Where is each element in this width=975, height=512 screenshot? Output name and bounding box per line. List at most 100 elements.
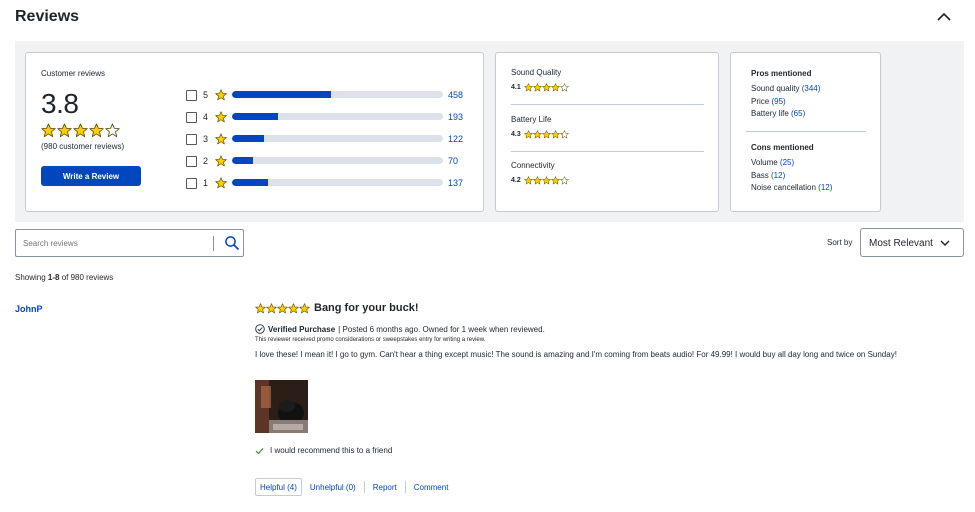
overall-rating-card: Customer reviews 3.8 (980 customer revie… bbox=[25, 52, 484, 212]
average-rating: 3.8 bbox=[41, 88, 79, 119]
cons-item[interactable]: Bass (12) bbox=[751, 171, 785, 180]
review-actions: Helpful (4) Unhelpful (0) Report Comment bbox=[255, 478, 456, 496]
histogram-row-5: 5 458 bbox=[186, 84, 476, 106]
divider bbox=[746, 131, 866, 132]
review-photo-image bbox=[255, 380, 308, 433]
star-icon bbox=[299, 302, 310, 313]
review-photo[interactable] bbox=[255, 380, 308, 433]
histogram-row-4: 4 193 bbox=[186, 106, 476, 128]
filter-checkbox-1[interactable] bbox=[186, 177, 197, 189]
attribute-rating: Battery Life 4.3 bbox=[511, 115, 704, 139]
rating-bar-fill bbox=[232, 113, 279, 120]
star-icon bbox=[532, 176, 542, 185]
star-icon bbox=[57, 123, 72, 138]
attribute-name: Battery Life bbox=[511, 115, 552, 124]
star-icon bbox=[523, 83, 533, 92]
unhelpful-button[interactable]: Unhelpful (0) bbox=[302, 483, 364, 492]
star-icon bbox=[541, 83, 551, 92]
star-icon bbox=[550, 176, 560, 185]
rating-count-link[interactable]: 122 bbox=[448, 134, 463, 144]
rating-bar-fill bbox=[232, 135, 264, 142]
review-body: I love these! I mean it! I go to gym. Ca… bbox=[255, 350, 897, 359]
cons-label: Bass bbox=[751, 170, 772, 180]
rating-bar-fill bbox=[232, 157, 254, 164]
attribute-score: 4.2 bbox=[511, 177, 521, 184]
star-icon bbox=[550, 83, 560, 92]
star-icon bbox=[559, 83, 569, 92]
sort-value: Most Relevant bbox=[869, 238, 933, 249]
rating-count-link[interactable]: 70 bbox=[448, 156, 458, 166]
star-icon bbox=[559, 130, 569, 139]
review-count: (980 customer reviews) bbox=[41, 142, 125, 151]
star-icon bbox=[215, 155, 227, 167]
histogram-row-1: 1 137 bbox=[186, 172, 476, 194]
showing-suffix: of 980 reviews bbox=[59, 273, 114, 282]
star-icon bbox=[523, 130, 533, 139]
histogram-row-3: 3 122 bbox=[186, 128, 476, 150]
rating-bar-fill bbox=[232, 179, 268, 186]
chevron-up-icon[interactable] bbox=[936, 10, 952, 24]
star-icon bbox=[559, 176, 569, 185]
star-icon bbox=[266, 302, 277, 313]
cons-count: (12) bbox=[771, 170, 786, 180]
cons-label: Noise cancellation bbox=[751, 183, 819, 192]
attribute-rating: Connectivity 4.2 bbox=[511, 161, 704, 185]
reviews-header: Reviews bbox=[15, 8, 960, 28]
ratings-summary: Customer reviews 3.8 (980 customer revie… bbox=[15, 41, 964, 222]
attribute-name: Connectivity bbox=[511, 161, 555, 170]
star-level-label: 1 bbox=[203, 178, 209, 188]
write-review-button[interactable]: Write a Review bbox=[41, 166, 141, 186]
search-icon[interactable] bbox=[224, 235, 240, 251]
rating-count-link[interactable]: 137 bbox=[448, 178, 463, 188]
rating-bar bbox=[232, 135, 443, 142]
cons-title: Cons mentioned bbox=[751, 143, 814, 152]
verified-purchase: Verified Purchase bbox=[268, 324, 336, 334]
attribute-name: Sound Quality bbox=[511, 68, 562, 77]
attribute-score: 4.3 bbox=[511, 131, 521, 138]
pros-item[interactable]: Battery life (65) bbox=[751, 109, 805, 118]
checkmark-icon bbox=[255, 447, 264, 454]
customer-reviews-label: Customer reviews bbox=[41, 69, 106, 78]
cons-item[interactable]: Noise cancellation (12) bbox=[751, 183, 832, 192]
star-level-label: 4 bbox=[203, 112, 209, 122]
star-icon bbox=[277, 302, 288, 313]
rating-count-link[interactable]: 458 bbox=[448, 90, 463, 100]
average-stars bbox=[41, 123, 120, 138]
verified-row: Verified Purchase | Posted 6 months ago.… bbox=[255, 324, 967, 334]
filter-checkbox-3[interactable] bbox=[186, 133, 197, 145]
cons-label: Volume bbox=[751, 158, 780, 167]
filter-checkbox-5[interactable] bbox=[186, 89, 197, 101]
helpful-button[interactable]: Helpful (4) bbox=[255, 478, 302, 496]
reviewer-name[interactable]: JohnP bbox=[15, 304, 43, 314]
rating-count-link[interactable]: 193 bbox=[448, 112, 463, 122]
attribute-stars bbox=[523, 83, 569, 92]
star-icon bbox=[215, 133, 227, 145]
attribute-stars bbox=[523, 176, 569, 185]
pros-label: Sound quality bbox=[751, 84, 802, 93]
star-icon bbox=[541, 130, 551, 139]
pros-count: (344) bbox=[801, 84, 821, 93]
divider bbox=[511, 104, 704, 105]
star-icon bbox=[541, 176, 551, 185]
sort-dropdown[interactable]: Most Relevant bbox=[860, 228, 964, 257]
search-input[interactable] bbox=[23, 235, 208, 251]
pros-item[interactable]: Price (95) bbox=[751, 97, 786, 106]
review-item: Bang for your buck! Verified Purchase | … bbox=[255, 302, 967, 496]
pros-item[interactable]: Sound quality (344) bbox=[751, 84, 820, 93]
report-link[interactable]: Report bbox=[365, 483, 405, 492]
filter-checkbox-4[interactable] bbox=[186, 111, 197, 123]
results-count: Showing 1-8 of 980 reviews bbox=[15, 273, 113, 282]
posted-info: | Posted 6 months ago. Owned for 1 week … bbox=[338, 324, 545, 334]
checkmark-circle-icon bbox=[255, 324, 265, 334]
divider bbox=[213, 236, 214, 251]
comment-link[interactable]: Comment bbox=[406, 483, 457, 492]
showing-range: 1-8 bbox=[47, 273, 60, 282]
star-level-label: 5 bbox=[203, 90, 209, 100]
filter-checkbox-2[interactable] bbox=[186, 155, 197, 167]
divider bbox=[511, 151, 704, 152]
cons-item[interactable]: Volume (25) bbox=[751, 158, 794, 167]
star-icon bbox=[550, 130, 560, 139]
rating-bar bbox=[232, 179, 443, 186]
sort-by-label: Sort by bbox=[827, 238, 853, 247]
search-box bbox=[15, 229, 244, 257]
